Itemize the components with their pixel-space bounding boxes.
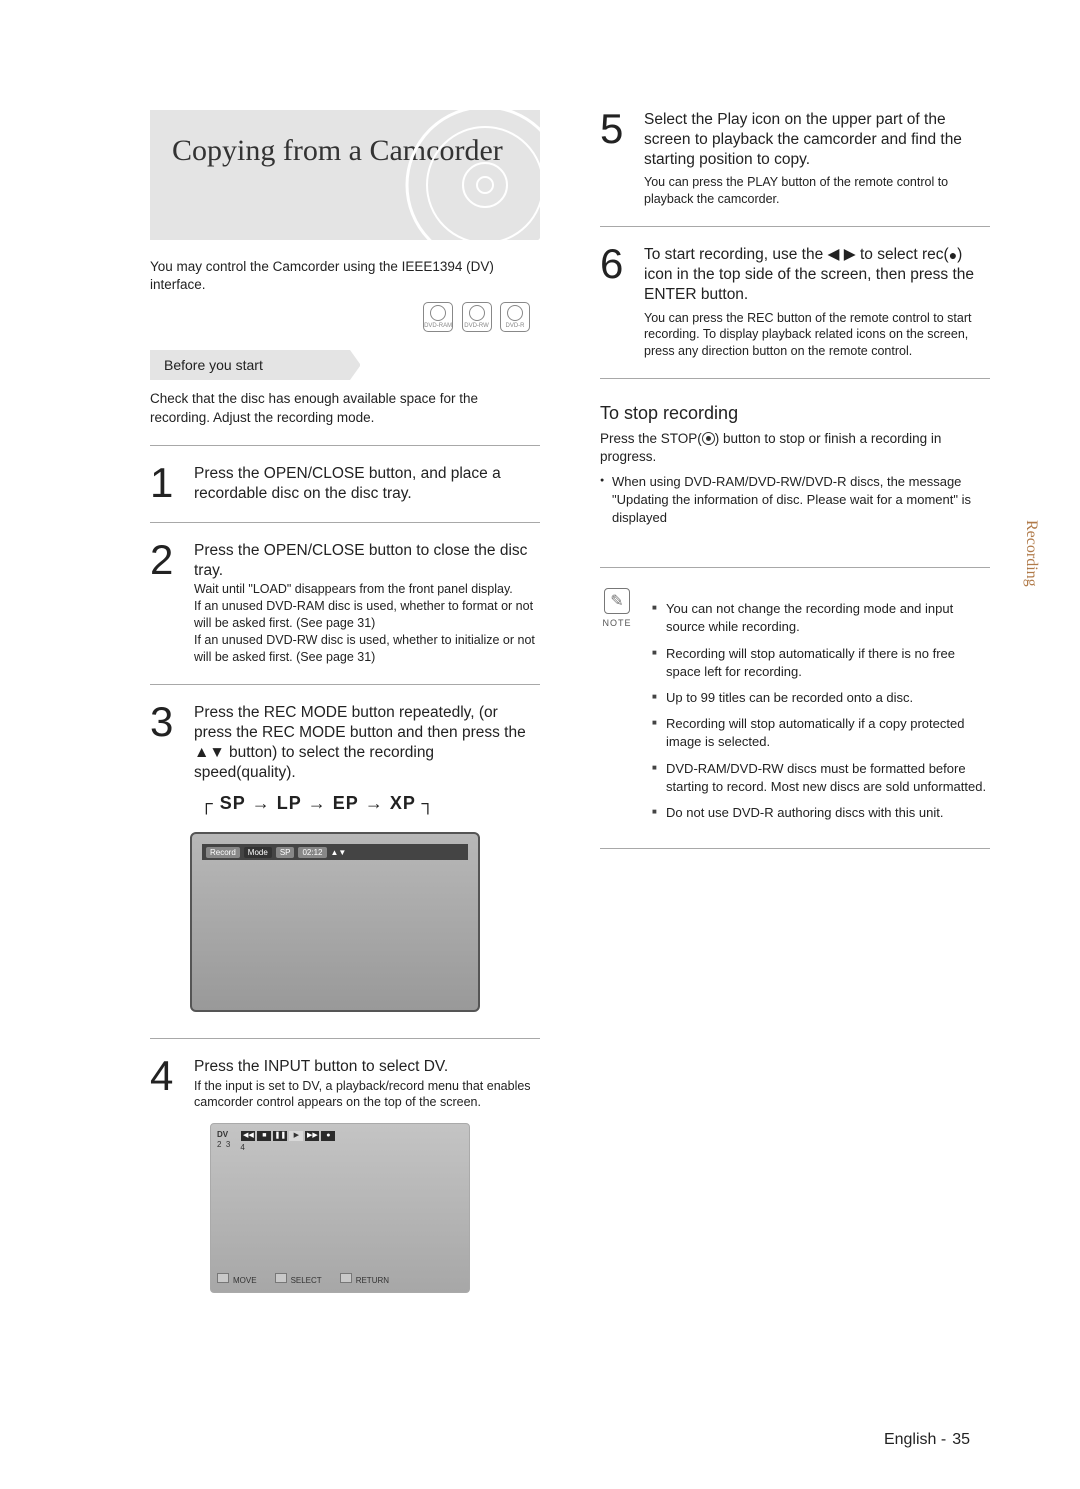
step-4: 4 Press the INPUT button to select DV. I… xyxy=(150,1057,540,1111)
divider xyxy=(600,378,990,379)
osd-mode-label: Mode xyxy=(244,847,272,858)
osd-time: 02:12 xyxy=(298,847,326,858)
osd-recmode-screenshot: Record Mode SP 02:12 ▲▼ xyxy=(190,832,480,1012)
osd-move-label: MOVE xyxy=(233,1276,257,1285)
osd-transport-icons: ◀◀■❚❚▶▶▶● 4 xyxy=(240,1130,336,1152)
stop-button-icon xyxy=(702,432,715,445)
disc-art-icon xyxy=(400,110,540,240)
osd-line2: 2 xyxy=(217,1140,221,1149)
play-icon: ▶ xyxy=(289,1131,303,1141)
note-item: You can not change the recording mode an… xyxy=(652,600,990,636)
footer-page-number: 35 xyxy=(952,1431,970,1448)
mode-ep: EP xyxy=(333,793,359,813)
osd-quality: SP xyxy=(276,847,295,858)
stop-heading: To stop recording xyxy=(600,403,990,424)
step-number: 6 xyxy=(600,245,634,360)
rec-dot-icon: ● xyxy=(949,247,957,263)
note-item: Up to 99 titles can be recorded onto a d… xyxy=(652,689,990,707)
step-2-text: Press the OPEN/CLOSE button to close the… xyxy=(194,541,540,581)
osd-line4: 4 xyxy=(240,1143,336,1152)
rec-icon: ● xyxy=(321,1131,335,1141)
step-2-sub-2: If an unused DVD-RAM disc is used, wheth… xyxy=(194,598,540,632)
step-3-text: Press the REC MODE button repeatedly, (o… xyxy=(194,703,540,784)
footer-language: English - xyxy=(884,1431,946,1448)
step-1: 1 Press the OPEN/CLOSE button, and place… xyxy=(150,464,540,504)
step-number: 4 xyxy=(150,1057,184,1111)
step-2-sub-1: Wait until "LOAD" disappears from the fr… xyxy=(194,581,540,598)
pause-icon: ❚❚ xyxy=(273,1131,287,1141)
osd-updown-icon: ▲▼ xyxy=(331,848,347,857)
step-2-sub-3: If an unused DVD-RW disc is used, whethe… xyxy=(194,632,540,666)
rew-icon: ◀◀ xyxy=(241,1131,255,1141)
step-4-text: Press the INPUT button to select DV. xyxy=(194,1057,540,1077)
osd-dv-label: DV xyxy=(217,1130,228,1139)
osd-line3: 3 xyxy=(226,1140,230,1149)
step-2: 2 Press the OPEN/CLOSE button to close t… xyxy=(150,541,540,666)
step-number: 2 xyxy=(150,541,184,666)
stop-text: Press the STOP() button to stop or finis… xyxy=(600,430,990,466)
osd-move-icon xyxy=(217,1273,229,1283)
note-item: Recording will stop automatically if the… xyxy=(652,645,990,681)
left-column: Copying from a Camcorder You may control… xyxy=(150,110,540,1293)
ff-icon: ▶▶ xyxy=(305,1131,319,1141)
right-column: 5 Select the Play icon on the upper part… xyxy=(600,110,990,1293)
note-block: ✎ NOTE You can not change the recording … xyxy=(600,588,990,830)
supported-disc-icons: DVD-RAM DVD-RW DVD-R xyxy=(150,302,530,332)
osd-record-label: Record xyxy=(206,847,240,858)
note-item: DVD-RAM/DVD-RW discs must be formatted b… xyxy=(652,760,990,796)
stop-bullet: When using DVD-RAM/DVD-RW/DVD-R discs, t… xyxy=(600,473,990,528)
step-5-text: Select the Play icon on the upper part o… xyxy=(644,110,990,170)
step-5: 5 Select the Play icon on the upper part… xyxy=(600,110,990,208)
osd-return-icon xyxy=(340,1273,352,1283)
note-item: Do not use DVD-R authoring discs with th… xyxy=(652,804,990,822)
divider xyxy=(150,684,540,685)
section-title-box: Copying from a Camcorder xyxy=(150,110,540,240)
step-6-sub: You can press the REC button of the remo… xyxy=(644,310,990,361)
step-number: 3 xyxy=(150,703,184,784)
divider xyxy=(600,226,990,227)
note-label: NOTE xyxy=(600,618,634,628)
note-item: Recording will stop automatically if a c… xyxy=(652,715,990,751)
side-tab-recording: Recording xyxy=(1022,520,1040,587)
stop-icon: ■ xyxy=(257,1131,271,1141)
step-5-sub: You can press the PLAY button of the rem… xyxy=(644,174,990,208)
osd-dv-screenshot: DV 2 3 ◀◀■❚❚▶▶▶● 4 MOVE SELECT RETURN xyxy=(210,1123,470,1293)
note-icon: ✎ xyxy=(604,588,630,614)
step-number: 5 xyxy=(600,110,634,208)
step-4-sub: If the input is set to DV, a playback/re… xyxy=(194,1078,540,1112)
divider xyxy=(600,567,990,568)
mode-lp: LP xyxy=(277,793,302,813)
step-1-text: Press the OPEN/CLOSE button, and place a… xyxy=(194,464,540,504)
step-6-lead-a: To start recording, use the ◀ ▶ to selec… xyxy=(644,246,949,263)
before-you-start-label: Before you start xyxy=(150,350,350,380)
divider xyxy=(150,1038,540,1039)
mode-sp: SP xyxy=(220,793,246,813)
rec-mode-sequence: ┌ SP→LP→EP→XP ┐ xyxy=(200,793,540,814)
osd-select-label: SELECT xyxy=(291,1276,322,1285)
intro-text: You may control the Camcorder using the … xyxy=(150,258,540,294)
step-3: 3 Press the REC MODE button repeatedly, … xyxy=(150,703,540,784)
divider xyxy=(150,445,540,446)
disc-icon-dvd-ram: DVD-RAM xyxy=(423,302,453,332)
divider xyxy=(150,522,540,523)
before-you-start-text: Check that the disc has enough available… xyxy=(150,390,540,426)
mode-xp: XP xyxy=(390,793,416,813)
osd-return-label: RETURN xyxy=(356,1276,389,1285)
page-footer: English - 35 xyxy=(884,1431,970,1449)
divider xyxy=(600,848,990,849)
note-list: You can not change the recording mode an… xyxy=(652,592,990,830)
disc-icon-dvd-r: DVD-R xyxy=(500,302,530,332)
step-6: 6 To start recording, use the ◀ ▶ to sel… xyxy=(600,245,990,360)
step-6-text: To start recording, use the ◀ ▶ to selec… xyxy=(644,245,990,305)
disc-icon-dvd-rw: DVD-RW xyxy=(462,302,492,332)
step-number: 1 xyxy=(150,464,184,504)
osd-select-icon xyxy=(275,1273,287,1283)
